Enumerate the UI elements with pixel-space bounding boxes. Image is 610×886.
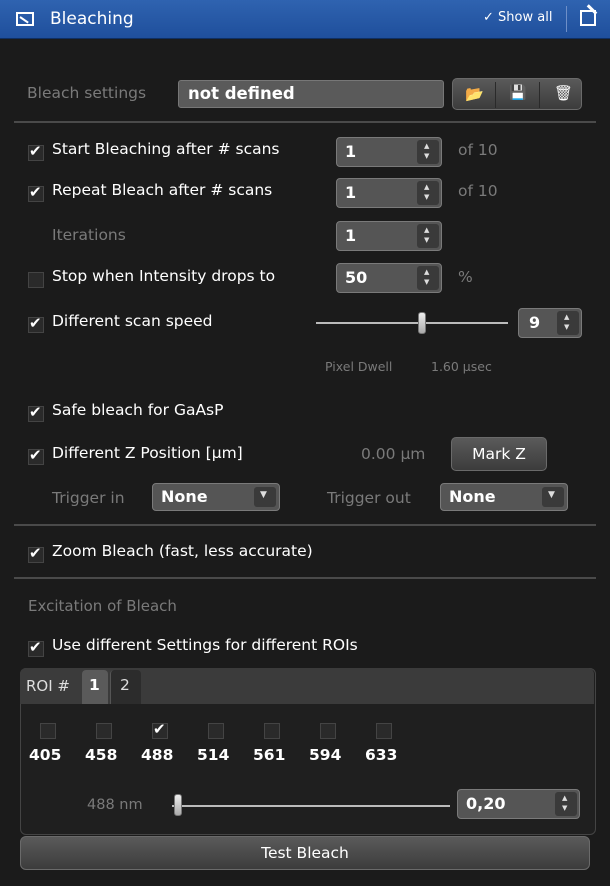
- mark-z-button[interactable]: Mark Z: [451, 437, 547, 471]
- repeat-bleach-checkbox[interactable]: [28, 183, 44, 202]
- scan-speed-slider-thumb[interactable]: [417, 312, 426, 334]
- stepper-arrows-icon[interactable]: [555, 792, 577, 816]
- open-folder-button[interactable]: 📂: [453, 79, 495, 109]
- section-divider: [14, 577, 596, 579]
- safe-bleach-label: Safe bleach for GaAsP: [52, 401, 224, 419]
- roi-tab-2[interactable]: 2: [110, 670, 141, 704]
- start-bleaching-stepper[interactable]: 1: [336, 137, 442, 167]
- zoom-bleach-label: Zoom Bleach (fast, less accurate): [52, 542, 313, 560]
- trigger-in-value: None: [161, 487, 208, 506]
- scan-speed-slider-track[interactable]: [316, 322, 508, 324]
- pixel-dwell-value: 1.60 µsec: [431, 359, 492, 374]
- roi-tab-2-label: 2: [120, 676, 130, 694]
- laser-405-label: 405: [29, 746, 62, 764]
- iterations-stepper[interactable]: 1: [336, 221, 442, 251]
- delete-settings-button[interactable]: 🗑: [540, 79, 582, 109]
- roi-tab-1[interactable]: 1: [82, 670, 108, 704]
- bleach-settings-field[interactable]: not defined: [178, 80, 444, 108]
- test-bleach-button[interactable]: Test Bleach: [20, 836, 590, 870]
- laser-561-label: 561: [253, 746, 286, 764]
- bleach-settings-label: Bleach settings: [27, 84, 147, 102]
- roi-tab-1-label: 1: [89, 676, 100, 694]
- laser-633-checkbox[interactable]: [376, 723, 392, 739]
- iterations-label: Iterations: [52, 226, 126, 244]
- laser-458-label: 458: [85, 746, 118, 764]
- chevron-down-icon: [542, 487, 564, 507]
- trash-icon: 🗑: [554, 84, 574, 102]
- stop-intensity-stepper[interactable]: 50: [336, 263, 442, 293]
- laser-488-checkbox[interactable]: [152, 720, 168, 739]
- iterations-value: 1: [345, 226, 357, 245]
- scan-speed-checkbox[interactable]: [28, 314, 44, 333]
- pixel-dwell-label: Pixel Dwell: [325, 359, 393, 374]
- section-divider: [14, 121, 596, 123]
- bleach-settings-value: not defined: [188, 84, 295, 103]
- z-position-checkbox[interactable]: [28, 446, 44, 465]
- scan-speed-label: Different scan speed: [52, 312, 213, 330]
- repeat-bleach-stepper[interactable]: 1: [336, 178, 442, 208]
- stepper-arrows-icon[interactable]: [417, 181, 439, 205]
- scan-speed-stepper[interactable]: 9: [518, 308, 582, 338]
- stepper-arrows-icon[interactable]: [417, 224, 439, 248]
- laser-power-value: 0,20: [466, 794, 506, 813]
- laser-561-checkbox[interactable]: [264, 723, 280, 739]
- repeat-bleach-value: 1: [345, 183, 357, 202]
- laser-405-checkbox[interactable]: [40, 723, 56, 739]
- settings-button-group: 📂 💾 🗑: [452, 78, 582, 110]
- laser-514-label: 514: [197, 746, 230, 764]
- laser-594-label: 594: [309, 746, 342, 764]
- title-separator: [566, 6, 567, 32]
- stepper-arrows-icon[interactable]: [417, 266, 439, 290]
- laser-594-checkbox[interactable]: [320, 723, 336, 739]
- stop-intensity-value: 50: [345, 268, 368, 287]
- laser-power-stepper[interactable]: 0,20: [457, 789, 580, 819]
- zoom-bleach-checkbox[interactable]: [28, 544, 44, 563]
- stop-intensity-label: Stop when Intensity drops to: [52, 267, 276, 285]
- stepper-arrows-icon[interactable]: [417, 140, 439, 164]
- laser-488-label: 488: [141, 746, 174, 764]
- start-bleaching-of: of 10: [458, 141, 498, 159]
- laser-514-checkbox[interactable]: [208, 723, 224, 739]
- undock-icon[interactable]: [580, 10, 596, 26]
- folder-icon: 📂: [465, 85, 484, 103]
- collapse-icon[interactable]: [16, 12, 34, 26]
- start-bleaching-label: Start Bleaching after # scans: [52, 140, 280, 158]
- scan-speed-value: 9: [529, 313, 541, 332]
- test-bleach-label: Test Bleach: [261, 844, 349, 862]
- z-position-value: 0.00 µm: [361, 445, 426, 463]
- safe-bleach-checkbox[interactable]: [28, 403, 44, 422]
- trigger-in-dropdown[interactable]: None: [152, 483, 280, 511]
- mark-z-label: Mark Z: [472, 445, 526, 463]
- stop-intensity-checkbox[interactable]: [28, 272, 44, 288]
- different-rois-checkbox[interactable]: [28, 638, 44, 657]
- trigger-out-value: None: [449, 487, 496, 506]
- save-settings-button[interactable]: 💾: [496, 79, 538, 109]
- different-rois-label: Use different Settings for different ROI…: [52, 636, 358, 654]
- trigger-out-label: Trigger out: [327, 489, 411, 507]
- trigger-out-dropdown[interactable]: None: [440, 483, 568, 511]
- repeat-bleach-label: Repeat Bleach after # scans: [52, 181, 273, 199]
- stop-intensity-unit: %: [458, 268, 473, 286]
- panel-title: Bleaching: [50, 9, 134, 29]
- start-bleaching-checkbox[interactable]: [28, 142, 44, 161]
- start-bleaching-value: 1: [345, 142, 357, 161]
- chevron-down-icon: [254, 487, 276, 507]
- repeat-bleach-of: of 10: [458, 182, 498, 200]
- stepper-arrows-icon[interactable]: [557, 311, 579, 335]
- laser-633-label: 633: [365, 746, 398, 764]
- laser-power-slider-thumb[interactable]: [173, 794, 182, 816]
- z-position-label: Different Z Position [µm]: [52, 444, 243, 462]
- trigger-in-label: Trigger in: [52, 489, 125, 507]
- laser-power-label: 488 nm: [87, 797, 143, 813]
- laser-458-checkbox[interactable]: [96, 723, 112, 739]
- laser-power-slider-track[interactable]: [172, 805, 450, 807]
- excitation-heading: Excitation of Bleach: [28, 597, 177, 615]
- show-all-toggle[interactable]: ✓ Show all: [483, 10, 552, 25]
- section-divider: [14, 524, 596, 526]
- roi-label: ROI #: [26, 677, 70, 695]
- save-icon: 💾: [509, 85, 527, 101]
